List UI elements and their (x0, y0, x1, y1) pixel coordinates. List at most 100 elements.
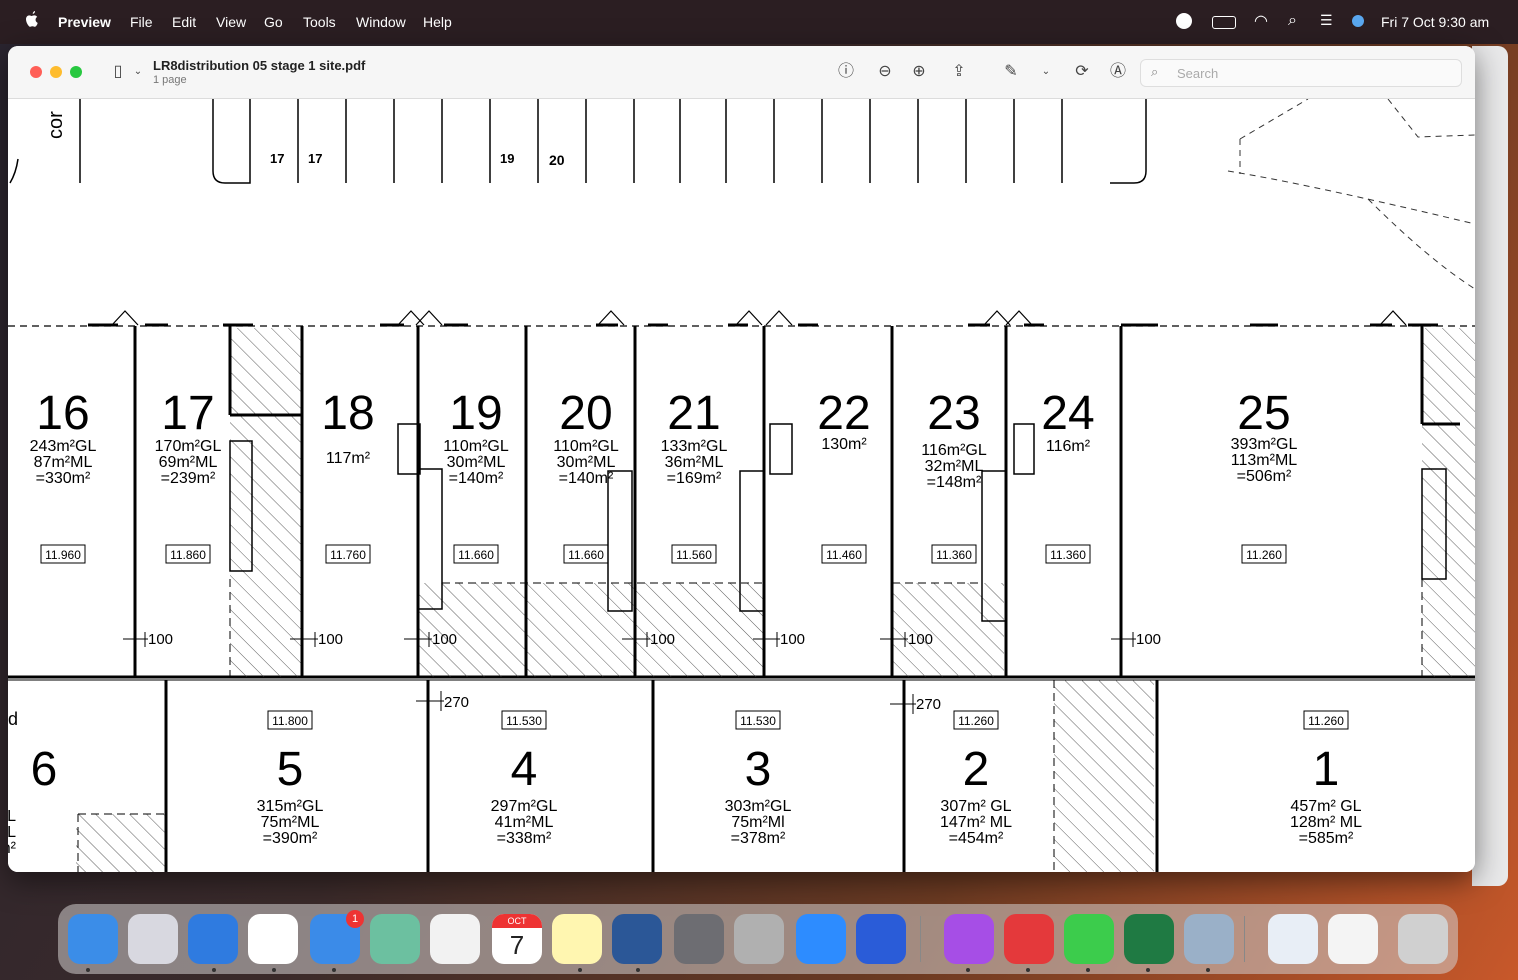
dimension-label: 270 (916, 696, 941, 713)
unit-area: 133m²GL (661, 438, 728, 455)
dock-trash-icon[interactable] (1398, 914, 1448, 964)
dock-finder-icon[interactable] (68, 914, 118, 964)
chevron-down-icon[interactable]: ⌄ (128, 62, 148, 82)
background-window (1472, 46, 1508, 886)
menu-help[interactable]: Help (423, 14, 452, 30)
dock-photos-icon[interactable] (430, 914, 480, 964)
battery-icon[interactable] (1212, 16, 1236, 29)
dock-running-indicator (1026, 968, 1030, 972)
annotate-icon[interactable]: Ⓐ (1108, 62, 1128, 82)
dock-mail-icon[interactable]: 1 (310, 910, 364, 964)
rotate-icon[interactable]: ⟳ (1072, 62, 1092, 82)
bay-number: 17 (308, 151, 322, 166)
menu-window[interactable]: Window (356, 14, 406, 30)
unit-area: 243m²GL (30, 438, 97, 455)
dock-airmail-icon[interactable] (1004, 914, 1054, 964)
clock[interactable]: Fri 7 Oct 9:30 am (1381, 14, 1489, 30)
menu-view[interactable]: View (216, 14, 246, 30)
dock-preview-icon[interactable] (1184, 914, 1234, 964)
status-icon[interactable] (1176, 13, 1192, 29)
siri-icon[interactable] (1352, 15, 1364, 27)
dock-printer-icon[interactable] (734, 914, 784, 964)
dock-podcasts-icon[interactable] (944, 914, 994, 964)
unit-area: =338m² (497, 830, 552, 847)
lower-units: 6 GLMLm² 5 315m²GL75m²ML=390m² 11.800 4 297m²G… (8, 710, 1362, 857)
site-plan: cor 17 17 19 20 100 100 100 100 100 100 … (8, 99, 1475, 872)
floor-level-label: 11.560 (676, 548, 712, 562)
unit-area: 116m² (1046, 438, 1091, 455)
unit-area: =454m² (949, 830, 1004, 847)
dock-excel-icon[interactable] (1124, 914, 1174, 964)
zoom-button[interactable] (70, 66, 82, 78)
dock-launchpad-icon[interactable] (128, 914, 178, 964)
unit-area: 75m²ML (261, 814, 320, 831)
unit-area: ML (8, 824, 16, 841)
close-button[interactable] (30, 66, 42, 78)
dock-word-icon[interactable] (612, 914, 662, 964)
menu-tools[interactable]: Tools (303, 14, 336, 30)
unit-area: 36m²ML (665, 454, 724, 471)
dimension-label: 100 (318, 631, 343, 648)
dock-separator (920, 916, 921, 962)
markup-chevron-icon[interactable]: ⌄ (1036, 62, 1056, 82)
sidebar-toggle-icon[interactable]: ▯ (108, 62, 128, 82)
zoom-out-icon[interactable]: ⊖ (875, 62, 895, 82)
edge-letter: d (8, 709, 18, 729)
search-field[interactable]: ⌕ Search (1140, 59, 1462, 87)
dock-chrome-icon[interactable] (248, 914, 298, 964)
dock-screenshot-1-icon[interactable] (1268, 914, 1318, 964)
unit-area: 128m² ML (1290, 814, 1362, 831)
unit-area: 457m² GL (1290, 798, 1361, 815)
control-center-icon[interactable]: ☰ (1320, 12, 1333, 29)
roof-markers (111, 310, 1407, 326)
floor-level-label: 11.660 (568, 548, 604, 562)
dock-screenshot-2-icon[interactable] (1328, 914, 1378, 964)
dock-maps-icon[interactable] (370, 914, 420, 964)
apple-menu-icon[interactable] (24, 11, 40, 29)
dock-notes-icon[interactable] (552, 914, 602, 964)
unit-area: =140m² (449, 470, 504, 487)
floor-level-label: 11.530 (506, 714, 542, 728)
menu-file[interactable]: File (130, 14, 153, 30)
dimension-label: 100 (780, 631, 805, 648)
dock-calendar-icon[interactable]: OCT 7 (492, 914, 542, 964)
zoom-in-icon[interactable]: ⊕ (909, 62, 929, 82)
markup-pen-icon[interactable]: ✎ (1001, 62, 1021, 82)
unit-area: =148m² (927, 474, 982, 491)
unit-area: =330m² (36, 470, 91, 487)
info-icon[interactable]: ⓘ (836, 62, 856, 82)
spotlight-icon[interactable]: ⌕ (1288, 12, 1297, 30)
unit-area: 75m²Ml (731, 814, 784, 831)
app-menu[interactable]: Preview (58, 14, 111, 30)
menu-bar: Preview File Edit View Go Tools Window H… (0, 0, 1518, 44)
dimension-label: 270 (444, 694, 469, 711)
wifi-icon[interactable]: ◠ (1254, 11, 1268, 31)
share-icon[interactable]: ⇪ (949, 62, 969, 82)
dock-messages-icon[interactable] (1064, 914, 1114, 964)
dock-running-indicator (1146, 968, 1150, 972)
dock-system-preferences-icon[interactable] (674, 914, 724, 964)
unit-area: =378m² (731, 830, 786, 847)
document-view[interactable]: cor 17 17 19 20 100 100 100 100 100 100 … (8, 99, 1475, 872)
menu-edit[interactable]: Edit (172, 14, 196, 30)
unit-number: 1 (1313, 743, 1340, 796)
dock-running-indicator (86, 968, 90, 972)
floor-level-label: 11.800 (272, 714, 308, 728)
dock-running-indicator (332, 968, 336, 972)
dock-running-indicator (272, 968, 276, 972)
floor-level-label: 11.360 (1050, 548, 1086, 562)
bay-number: 19 (500, 151, 514, 166)
unit-number: 16 (36, 387, 89, 440)
unit-area: 30m²ML (557, 454, 616, 471)
dock-teams-icon[interactable] (856, 914, 906, 964)
dock-safari-icon[interactable] (188, 914, 238, 964)
dock-zoom-icon[interactable] (796, 914, 846, 964)
preview-window: ▯ ⌄ LR8distribution 05 stage 1 site.pdf … (8, 46, 1475, 872)
toolbar: ▯ ⌄ LR8distribution 05 stage 1 site.pdf … (8, 46, 1475, 99)
unit-area: =169m² (667, 470, 722, 487)
dimension-label: 100 (148, 631, 173, 648)
unit-area: =390m² (263, 830, 318, 847)
menu-go[interactable]: Go (264, 14, 283, 30)
unit-area: 170m²GL (155, 438, 222, 455)
minimize-button[interactable] (50, 66, 62, 78)
